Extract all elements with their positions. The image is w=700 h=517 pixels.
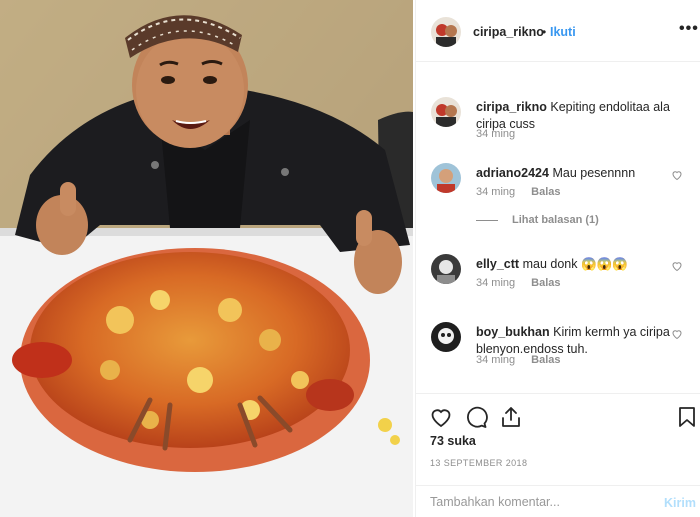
comment-username[interactable]: adriano2424 [476,166,549,180]
comment-username[interactable]: boy_bukhan [476,325,550,339]
comment-time[interactable]: 34 ming [476,186,515,198]
caption-time[interactable]: 34 ming [476,128,515,140]
comment-meta: 34 ming Balas [476,277,577,289]
comment-meta: 34 ming Balas [476,354,577,366]
comment-icon[interactable] [464,405,488,429]
reply-button[interactable]: Balas [531,277,560,289]
caption-username[interactable]: ciripa_rikno [476,100,547,114]
post-header: ciripa_rikno • Ikuti ••• [416,0,700,62]
avatar-image [431,163,461,193]
likes-count[interactable]: 73 suka [430,434,476,448]
bookmark-icon[interactable] [675,405,699,429]
view-replies-link[interactable]: Lihat balasan (1) [476,214,599,226]
comment-time[interactable]: 34 ming [476,354,515,366]
comment-body: mau donk 😱😱😱 [522,257,628,271]
reply-button[interactable]: Balas [531,186,560,198]
more-options-icon[interactable]: ••• [679,20,699,38]
replies-divider [476,219,498,221]
like-comment-heart-icon[interactable] [671,328,683,340]
comment-username[interactable]: elly_ctt [476,257,519,271]
comment-body: Mau pesennnn [552,166,636,180]
view-replies-label: Lihat balasan (1) [512,214,599,226]
author-avatar[interactable] [431,17,461,47]
commenter-avatar[interactable] [431,254,461,284]
commenter-avatar[interactable] [431,322,461,352]
header-separator: • [542,25,547,39]
author-username[interactable]: ciripa_rikno [473,25,544,39]
like-comment-heart-icon[interactable] [671,169,683,181]
like-comment-heart-icon[interactable] [671,260,683,272]
post-date[interactable]: 13 SEPTEMBER 2018 [430,458,527,468]
avatar-image [431,322,461,352]
add-comment-bar: Kirim [416,485,700,517]
share-icon[interactable] [499,405,523,429]
comment-meta: 34 ming Balas [476,186,577,198]
add-comment-input[interactable] [430,492,650,512]
reply-button[interactable]: Balas [531,354,560,366]
post-details-panel: ciripa_rikno • Ikuti ••• ciripa_rikno Ke… [415,0,700,517]
post-photo-illustration [0,0,413,517]
comment-text: elly_ctt mau donk 😱😱😱 [476,256,671,273]
post-comment-button[interactable]: Kirim [664,496,696,510]
avatar-image [431,97,461,127]
post-actions: 73 suka 13 SEPTEMBER 2018 [416,393,700,483]
comment-text: boy_bukhan Kirim kermh ya ciripa blenyon… [476,324,671,358]
post-photo[interactable] [0,0,413,517]
heart-icon[interactable] [429,405,453,429]
avatar-image [431,254,461,284]
comment-text: adriano2424 Mau pesennnn [476,165,671,182]
commenter-avatar[interactable] [431,163,461,193]
caption-avatar[interactable] [431,97,461,127]
avatar-image [431,17,461,47]
comment-time[interactable]: 34 ming [476,277,515,289]
caption-meta: 34 ming [476,128,531,140]
follow-button[interactable]: Ikuti [550,25,576,39]
